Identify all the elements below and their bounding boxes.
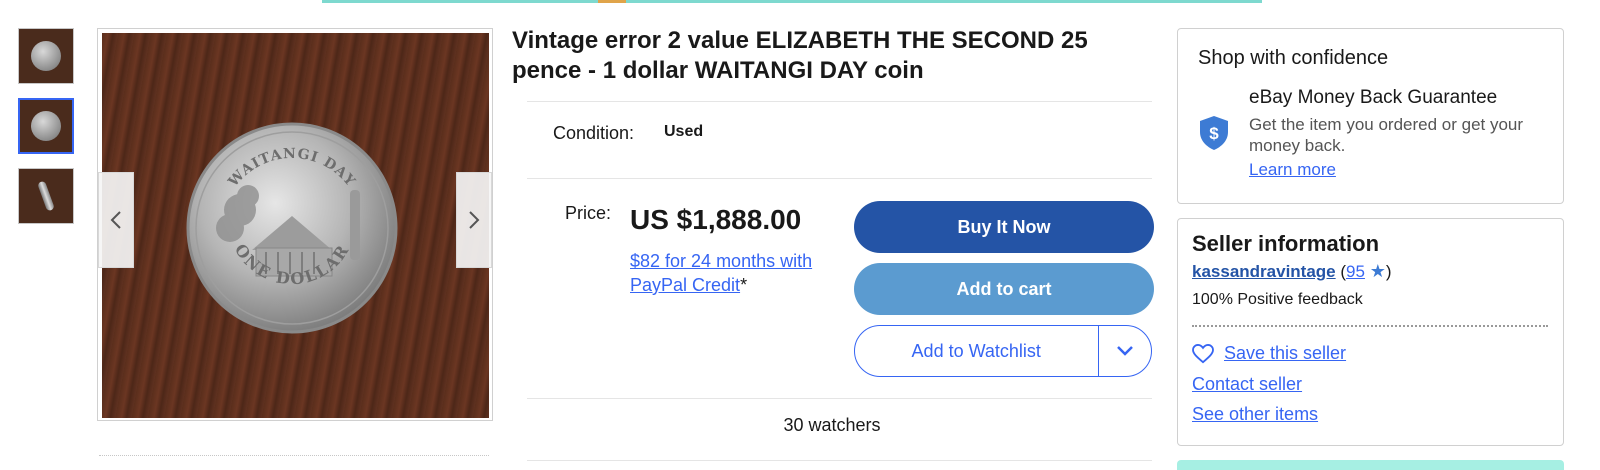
actions-divider bbox=[527, 398, 1152, 399]
shield-dollar-icon: $ bbox=[1200, 116, 1228, 150]
seller-name-link[interactable]: kassandravintage bbox=[1192, 262, 1336, 281]
condition-value: Used bbox=[664, 123, 704, 140]
seller-close-paren: ) bbox=[1385, 262, 1392, 281]
banner-accent bbox=[598, 0, 626, 3]
positive-feedback: 100% Positive feedback bbox=[1192, 291, 1363, 308]
paypal-credit-offer: $82 for 24 months with PayPal Credit* bbox=[630, 249, 850, 297]
see-other-items-link[interactable]: See other items bbox=[1192, 404, 1318, 425]
paypal-credit-link[interactable]: $82 for 24 months with PayPal Credit bbox=[630, 251, 812, 295]
credit-asterisk: * bbox=[740, 275, 748, 295]
condition-label: Condition: bbox=[553, 123, 635, 143]
watchers-divider bbox=[527, 460, 1152, 461]
coin-front-thumbnail-image bbox=[31, 41, 61, 71]
seller-information-card: Seller information kassandravintage (95 … bbox=[1177, 218, 1564, 446]
price-label: Price: bbox=[565, 203, 612, 223]
gallery-divider bbox=[99, 455, 489, 456]
buy-it-now-button[interactable]: Buy It Now bbox=[854, 201, 1154, 253]
coin-edge-thumbnail-image bbox=[37, 180, 55, 212]
main-product-image: WAITANGI DAY ONE DOLLAR bbox=[102, 33, 489, 418]
watchlist-button-group: Add to Watchlist bbox=[854, 325, 1152, 377]
add-to-cart-button[interactable]: Add to cart bbox=[854, 263, 1154, 315]
thumbnail-coin-front[interactable] bbox=[18, 28, 74, 84]
contact-seller-link[interactable]: Contact seller bbox=[1192, 374, 1302, 395]
promo-banner-strip bbox=[322, 0, 1262, 3]
guarantee-text: Get the item you ordered or get your mon… bbox=[1249, 115, 1524, 155]
add-to-watchlist-button[interactable]: Add to Watchlist bbox=[855, 326, 1098, 376]
guarantee-title: eBay Money Back Guarantee bbox=[1249, 87, 1498, 108]
star-icon: ★ bbox=[1369, 261, 1386, 281]
condition-divider bbox=[527, 178, 1152, 179]
seller-open-paren: ( bbox=[1335, 262, 1347, 281]
shield-symbol: $ bbox=[1209, 124, 1219, 143]
watchlist-dropdown-button[interactable] bbox=[1099, 326, 1151, 376]
next-card-strip bbox=[1177, 460, 1564, 470]
previous-image-button[interactable] bbox=[98, 172, 134, 268]
seller-feedback-score[interactable]: 95 bbox=[1346, 262, 1365, 281]
save-seller-label: Save this seller bbox=[1224, 343, 1347, 363]
coin-back-thumbnail-image bbox=[31, 111, 61, 141]
confidence-title: Shop with confidence bbox=[1198, 47, 1389, 69]
chevron-down-icon bbox=[1117, 346, 1133, 356]
next-image-button[interactable] bbox=[456, 172, 492, 268]
save-seller-button[interactable]: Save this seller bbox=[1192, 343, 1346, 364]
price-value: US $1,888.00 bbox=[630, 204, 802, 235]
title-divider bbox=[527, 101, 1152, 102]
main-image-viewer[interactable]: WAITANGI DAY ONE DOLLAR bbox=[97, 28, 493, 421]
learn-more-link[interactable]: Learn more bbox=[1249, 160, 1336, 180]
seller-name-line: kassandravintage (95 ★) bbox=[1192, 261, 1392, 282]
chevron-right-icon bbox=[469, 211, 480, 229]
thumbnail-coin-edge[interactable] bbox=[18, 168, 74, 224]
chevron-left-icon bbox=[110, 211, 121, 229]
thumbnail-strip bbox=[18, 28, 76, 238]
listing-title: Vintage error 2 value ELIZABETH THE SECO… bbox=[512, 27, 1088, 84]
coin-image: WAITANGI DAY ONE DOLLAR bbox=[186, 122, 398, 334]
seller-divider bbox=[1192, 325, 1548, 327]
watchers-count: 30 watchers bbox=[783, 415, 881, 435]
thumbnail-coin-back[interactable] bbox=[18, 98, 74, 154]
shop-with-confidence-card: Shop with confidence $ eBay Money Back G… bbox=[1177, 28, 1564, 204]
seller-info-title: Seller information bbox=[1192, 231, 1380, 256]
heart-icon bbox=[1192, 343, 1214, 363]
